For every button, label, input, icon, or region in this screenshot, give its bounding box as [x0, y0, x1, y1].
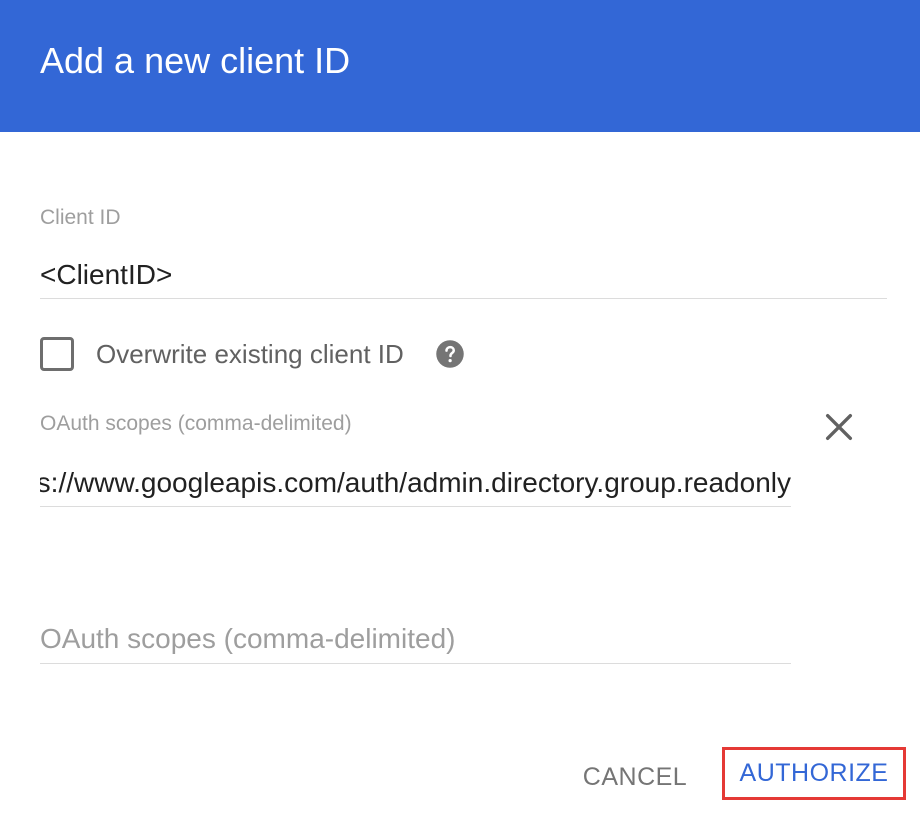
dialog-header: Add a new client ID: [0, 0, 920, 132]
overwrite-checkbox-label[interactable]: Overwrite existing client ID: [96, 337, 404, 371]
oauth-scope-input-2[interactable]: [40, 614, 791, 664]
add-client-id-dialog: Add a new client ID Client ID Overwrite …: [0, 0, 920, 818]
dialog-title: Add a new client ID: [40, 40, 351, 81]
overwrite-checkbox[interactable]: [40, 337, 74, 371]
oauth-scope-input-1[interactable]: [40, 460, 791, 507]
remove-scope-icon[interactable]: [822, 410, 856, 444]
authorize-button[interactable]: AUTHORIZE: [722, 747, 906, 800]
oauth-scopes-label: OAuth scopes (comma-delimited): [40, 412, 352, 435]
cancel-button[interactable]: CANCEL: [566, 756, 704, 798]
help-icon[interactable]: [435, 339, 465, 369]
client-id-input[interactable]: [40, 252, 887, 299]
client-id-label: Client ID: [40, 206, 121, 229]
